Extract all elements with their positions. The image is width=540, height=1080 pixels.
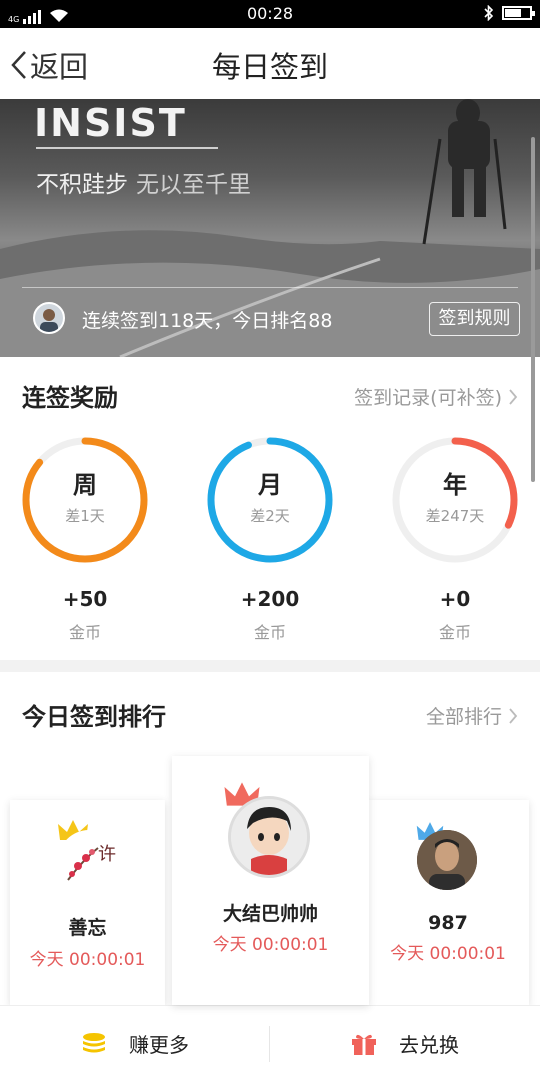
- reward-remaining: 差1天: [65, 507, 105, 525]
- nav-bar: 返回 每日签到: [0, 28, 540, 99]
- reward-ring: 月差2天: [205, 435, 335, 565]
- gift-icon: [352, 1034, 376, 1055]
- reward-ring: 年差247天: [390, 435, 520, 565]
- reward-period: 月: [258, 471, 282, 499]
- hero-divider: [22, 287, 518, 288]
- reward-period: 年: [443, 471, 467, 499]
- rank-card-1[interactable]: 大结巴帅帅 今天 00:00:01: [172, 756, 369, 1005]
- reward-info: +50 金币: [20, 587, 150, 643]
- section-gap: [0, 660, 540, 672]
- progress-ring: [22, 437, 148, 563]
- reward-unit: 金币: [438, 623, 471, 642]
- streak-text: 连续签到118天，今日排名88: [82, 310, 333, 332]
- slogan-main: 不积跬步: [36, 172, 128, 198]
- bluetooth-icon: [484, 5, 494, 21]
- rank-time: 今天 00:00:01: [29, 950, 146, 970]
- rank-time: 今天 00:00:01: [390, 944, 506, 964]
- rank-card-2[interactable]: 许 善忘 今天 00:00:01: [10, 800, 165, 1005]
- progress-ring: [392, 437, 518, 563]
- hero-headline: INSIST: [34, 101, 187, 145]
- reward-amount: +200: [240, 587, 300, 611]
- hero-slogan: 不积跬步 无以至千里: [36, 165, 251, 199]
- all-ranking-label: 全部排行: [425, 706, 502, 728]
- slogan-sub: 无以至千里: [136, 172, 251, 198]
- reward-info: +0 金币: [390, 587, 520, 643]
- rules-button[interactable]: 签到规则: [429, 302, 520, 336]
- ranking-title: 今日签到排行: [22, 703, 166, 731]
- progress-ring: [207, 437, 333, 563]
- rank-name: 善忘: [68, 917, 107, 939]
- reward-period: 周: [73, 471, 97, 499]
- rank-time: 今天 00:00:01: [212, 935, 329, 955]
- user-avatar: [33, 302, 65, 334]
- avatar: [417, 830, 477, 890]
- scrollbar[interactable]: [531, 137, 535, 482]
- bottom-bar: 赚更多 去兑换: [0, 1005, 540, 1080]
- battery-icon: [502, 6, 535, 20]
- rewards-title: 连签奖励: [22, 384, 118, 412]
- reward-ring: 周差1天: [20, 435, 150, 565]
- rank-name: 987: [428, 912, 468, 934]
- chevron-right-icon: [509, 707, 518, 724]
- hero-divider-short: [36, 147, 218, 149]
- exchange-button[interactable]: 去兑换: [270, 1006, 540, 1080]
- reward-remaining: 差247天: [425, 507, 485, 525]
- earn-more-button[interactable]: 赚更多: [0, 1006, 270, 1080]
- checkin-record-label: 签到记录(可补签): [354, 387, 502, 409]
- svg-text:许: 许: [98, 844, 116, 865]
- status-bar: 4G 00:28: [0, 0, 540, 28]
- clock: 00:28: [246, 4, 294, 23]
- avatar: [228, 796, 310, 878]
- coins-icon: [83, 1032, 105, 1052]
- reward-info: +200 金币: [205, 587, 335, 643]
- reward-unit: 金币: [253, 623, 286, 642]
- all-ranking-link[interactable]: 全部排行: [426, 702, 518, 729]
- reward-amount: +0: [439, 587, 471, 611]
- rank-card-3[interactable]: 987 今天 00:00:01: [367, 800, 529, 1005]
- page-title: 每日签到: [211, 50, 328, 84]
- reward-unit: 金币: [68, 623, 101, 642]
- earn-more-label: 赚更多: [129, 1033, 189, 1057]
- chevron-right-icon: [509, 388, 518, 405]
- hero-banner: INSIST 不积跬步 无以至千里 连续签到118天，今日排名88 签到规则: [0, 99, 540, 357]
- reward-amount: +50: [62, 587, 108, 611]
- exchange-label: 去兑换: [399, 1033, 459, 1057]
- checkin-record-link[interactable]: 签到记录(可补签): [354, 383, 518, 410]
- rank-name: 大结巴帅帅: [222, 903, 318, 925]
- reward-remaining: 差2天: [250, 507, 290, 525]
- avatar: 许: [58, 830, 120, 892]
